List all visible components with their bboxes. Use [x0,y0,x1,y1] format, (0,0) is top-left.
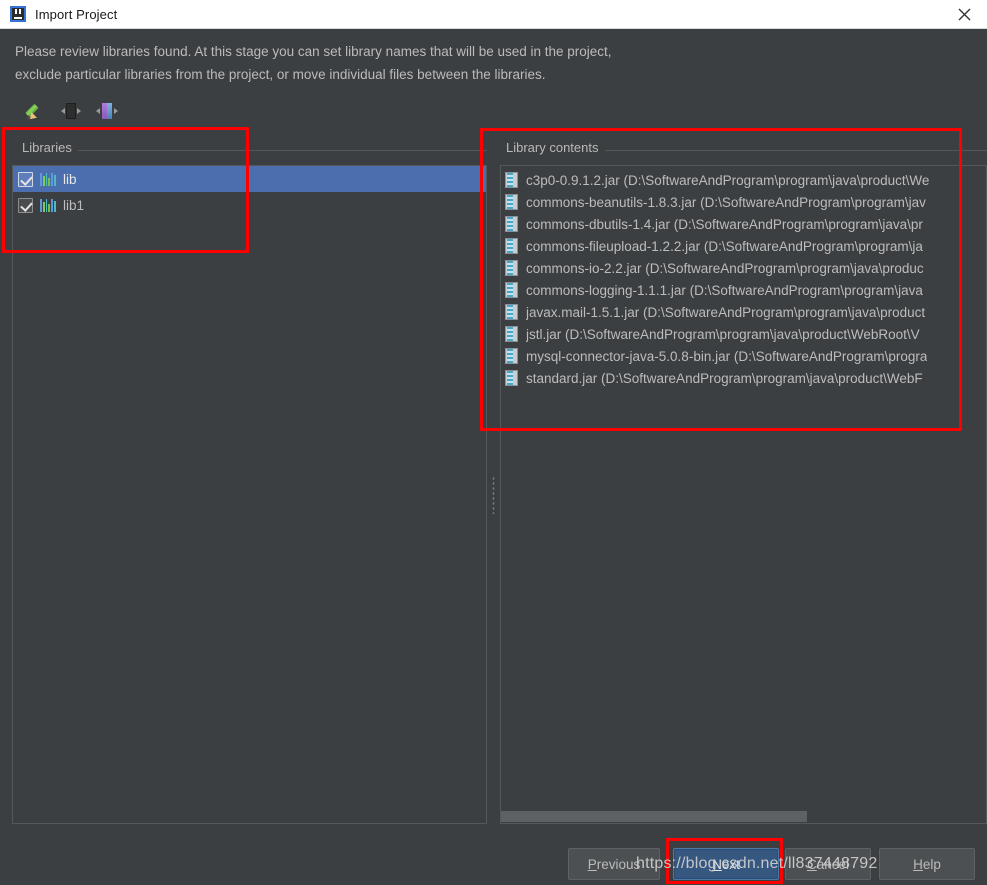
jar-file-icon [505,172,518,188]
merge-libraries-button[interactable] [94,99,120,123]
jar-path: commons-dbutils-1.4.jar (D:\SoftwareAndP… [526,216,923,232]
rename-library-button[interactable] [22,99,48,123]
jar-file-icon [505,304,518,320]
jar-path: commons-fileupload-1.2.2.jar (D:\Softwar… [526,238,923,254]
list-item[interactable]: commons-beanutils-1.8.3.jar (D:\Software… [501,191,986,213]
jar-path: commons-beanutils-1.8.3.jar (D:\Software… [526,194,926,210]
watermark-text: https://blog.csdn.net/ll837448792 [636,855,878,872]
close-icon[interactable] [941,0,987,28]
checkbox-checked-icon[interactable] [18,171,33,187]
list-item[interactable]: javax.mail-1.5.1.jar (D:\SoftwareAndProg… [501,301,986,323]
help-button[interactable]: Help [879,848,975,880]
library-icon [40,172,56,186]
previous-button-label: Previous [587,856,641,872]
library-name: lib [63,171,77,187]
jar-path: commons-logging-1.1.1.jar (D:\SoftwareAn… [526,282,923,298]
split-icon [60,103,82,119]
pencil-icon [25,102,44,122]
jar-path: c3p0-0.9.1.2.jar (D:\SoftwareAndProgram\… [526,172,930,188]
libraries-panel-title: Libraries [16,140,78,155]
jar-path: mysql-connector-java-5.0.8-bin.jar (D:\S… [526,348,928,364]
dialog-description: Please review libraries found. At this s… [15,40,715,86]
panel-splitter[interactable] [489,165,498,824]
contents-group-divider [601,150,987,151]
library-toolbar [22,99,120,123]
title-bar: Import Project [0,0,987,29]
jar-file-icon [505,326,518,342]
library-icon [40,198,56,212]
help-button-label: Help [913,856,941,872]
list-item[interactable]: lib1 [13,192,486,218]
jar-file-icon [505,194,518,210]
library-name: lib1 [63,197,85,213]
list-item[interactable]: c3p0-0.9.1.2.jar (D:\SoftwareAndProgram\… [501,169,986,191]
jar-path: commons-io-2.2.jar (D:\SoftwareAndProgra… [526,260,924,276]
description-line-2: exclude particular libraries from the pr… [15,67,546,82]
jar-file-icon [505,348,518,364]
merge-icon [96,103,118,119]
import-project-dialog: Import Project Please review libraries f… [0,0,987,885]
checkbox-checked-icon[interactable] [18,197,33,213]
split-library-button[interactable] [58,99,84,123]
libraries-group-divider [74,150,487,151]
window-title: Import Project [35,6,118,22]
list-item[interactable]: standard.jar (D:\SoftwareAndProgram\prog… [501,367,986,389]
library-contents-list[interactable]: c3p0-0.9.1.2.jar (D:\SoftwareAndProgram\… [500,165,987,824]
list-item[interactable]: commons-fileupload-1.2.2.jar (D:\Softwar… [501,235,986,257]
jar-file-icon [505,370,518,386]
description-line-1: Please review libraries found. At this s… [15,44,612,59]
list-item[interactable]: mysql-connector-java-5.0.8-bin.jar (D:\S… [501,345,986,367]
splitter-grip-icon [492,475,495,514]
scrollbar-thumb[interactable] [501,811,807,822]
list-item[interactable]: commons-dbutils-1.4.jar (D:\SoftwareAndP… [501,213,986,235]
jar-path: jstl.jar (D:\SoftwareAndProgram\program\… [526,326,920,342]
library-contents-panel-title: Library contents [500,140,605,155]
list-item[interactable]: lib [13,166,486,192]
list-item[interactable]: commons-io-2.2.jar (D:\SoftwareAndProgra… [501,257,986,279]
list-item[interactable]: jstl.jar (D:\SoftwareAndProgram\program\… [501,323,986,345]
libraries-list[interactable]: lib lib1 [12,165,487,824]
list-item[interactable]: commons-logging-1.1.1.jar (D:\SoftwareAn… [501,279,986,301]
jar-path: javax.mail-1.5.1.jar (D:\SoftwareAndProg… [526,304,926,320]
jar-file-icon [505,260,518,276]
intellij-idea-icon [10,6,26,22]
jar-path: standard.jar (D:\SoftwareAndProgram\prog… [526,370,923,386]
jar-file-icon [505,216,518,232]
jar-file-icon [505,238,518,254]
contents-horizontal-scrollbar[interactable] [501,810,986,823]
jar-file-icon [505,282,518,298]
